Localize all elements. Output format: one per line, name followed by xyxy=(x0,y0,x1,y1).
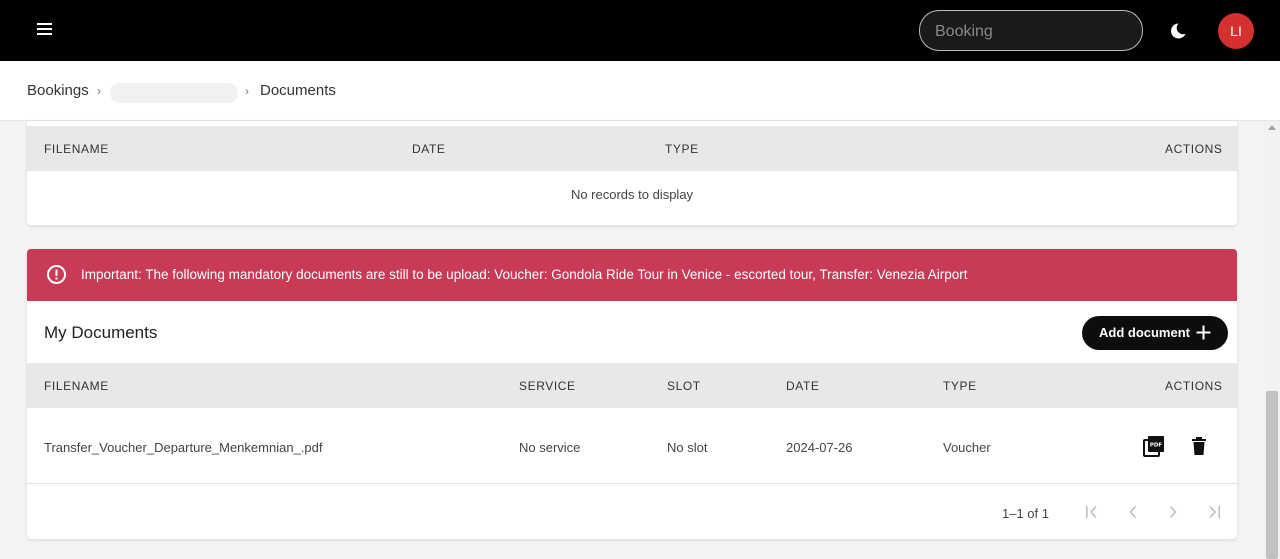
breadcrumb-bookings-link[interactable]: Bookings xyxy=(27,82,89,99)
scroll-up-arrow-icon[interactable] xyxy=(1268,125,1276,130)
last-page-icon[interactable] xyxy=(1205,503,1223,521)
breadcrumb-separator: › xyxy=(97,84,101,98)
table-header: FILENAME DATE TYPE ACTIONS xyxy=(27,126,1237,171)
hamburger-menu-icon[interactable] xyxy=(33,19,57,39)
cell-slot: No slot xyxy=(667,440,708,455)
column-header-type[interactable]: TYPE xyxy=(943,379,977,393)
breadcrumb-current-page: Documents xyxy=(260,82,336,99)
previous-page-icon[interactable] xyxy=(1124,503,1142,521)
add-document-label: Add document xyxy=(1099,325,1190,340)
pdf-icon[interactable]: PDF xyxy=(1143,435,1165,457)
top-app-bar: LI xyxy=(0,0,1280,61)
column-header-actions: ACTIONS xyxy=(1165,142,1223,156)
column-header-actions: ACTIONS xyxy=(1165,379,1223,393)
breadcrumb-separator: › xyxy=(245,84,249,98)
cell-date: 2024-07-26 xyxy=(786,440,853,455)
pagination-range: 1–1 of 1 xyxy=(1002,506,1049,521)
column-header-date[interactable]: DATE xyxy=(786,379,820,393)
add-document-button[interactable]: Add document xyxy=(1082,316,1228,350)
mandatory-documents-alert: Important: The following mandatory docum… xyxy=(27,249,1237,301)
svg-text:PDF: PDF xyxy=(1150,443,1163,449)
search-input[interactable] xyxy=(935,21,1130,43)
trash-icon[interactable] xyxy=(1188,435,1210,457)
cell-filename: Transfer_Voucher_Departure_Menkemnian_.p… xyxy=(44,440,323,455)
breadcrumb: Bookings › › Documents xyxy=(0,61,1280,121)
next-page-icon[interactable] xyxy=(1164,503,1182,521)
search-box xyxy=(919,10,1143,51)
column-header-filename[interactable]: FILENAME xyxy=(44,142,109,156)
cell-service: No service xyxy=(519,440,581,455)
empty-table-message: No records to display xyxy=(570,187,694,202)
column-header-service[interactable]: SERVICE xyxy=(519,379,576,393)
column-header-type[interactable]: TYPE xyxy=(665,142,699,156)
column-header-filename[interactable]: FILENAME xyxy=(44,379,109,393)
my-documents-card: Important: The following mandatory docum… xyxy=(27,249,1237,539)
scrollbar-thumb[interactable] xyxy=(1266,391,1278,559)
cell-type: Voucher xyxy=(943,440,991,455)
page-scrollbar[interactable] xyxy=(1264,121,1280,559)
plus-icon xyxy=(1196,325,1211,340)
table-header: FILENAME SERVICE SLOT DATE TYPE ACTIONS xyxy=(27,363,1237,408)
row-divider xyxy=(27,483,1237,484)
breadcrumb-booking-id-redacted[interactable] xyxy=(110,83,238,103)
user-avatar[interactable]: LI xyxy=(1218,13,1254,49)
column-header-date[interactable]: DATE xyxy=(412,142,446,156)
alert-message: Important: The following mandatory docum… xyxy=(81,267,968,282)
column-header-slot[interactable]: SLOT xyxy=(667,379,701,393)
error-circle-icon xyxy=(46,264,67,285)
required-documents-card: FILENAME DATE TYPE ACTIONS No records to… xyxy=(27,121,1237,225)
first-page-icon[interactable] xyxy=(1083,503,1101,521)
moon-icon[interactable] xyxy=(1166,19,1190,43)
section-title: My Documents xyxy=(44,323,158,342)
